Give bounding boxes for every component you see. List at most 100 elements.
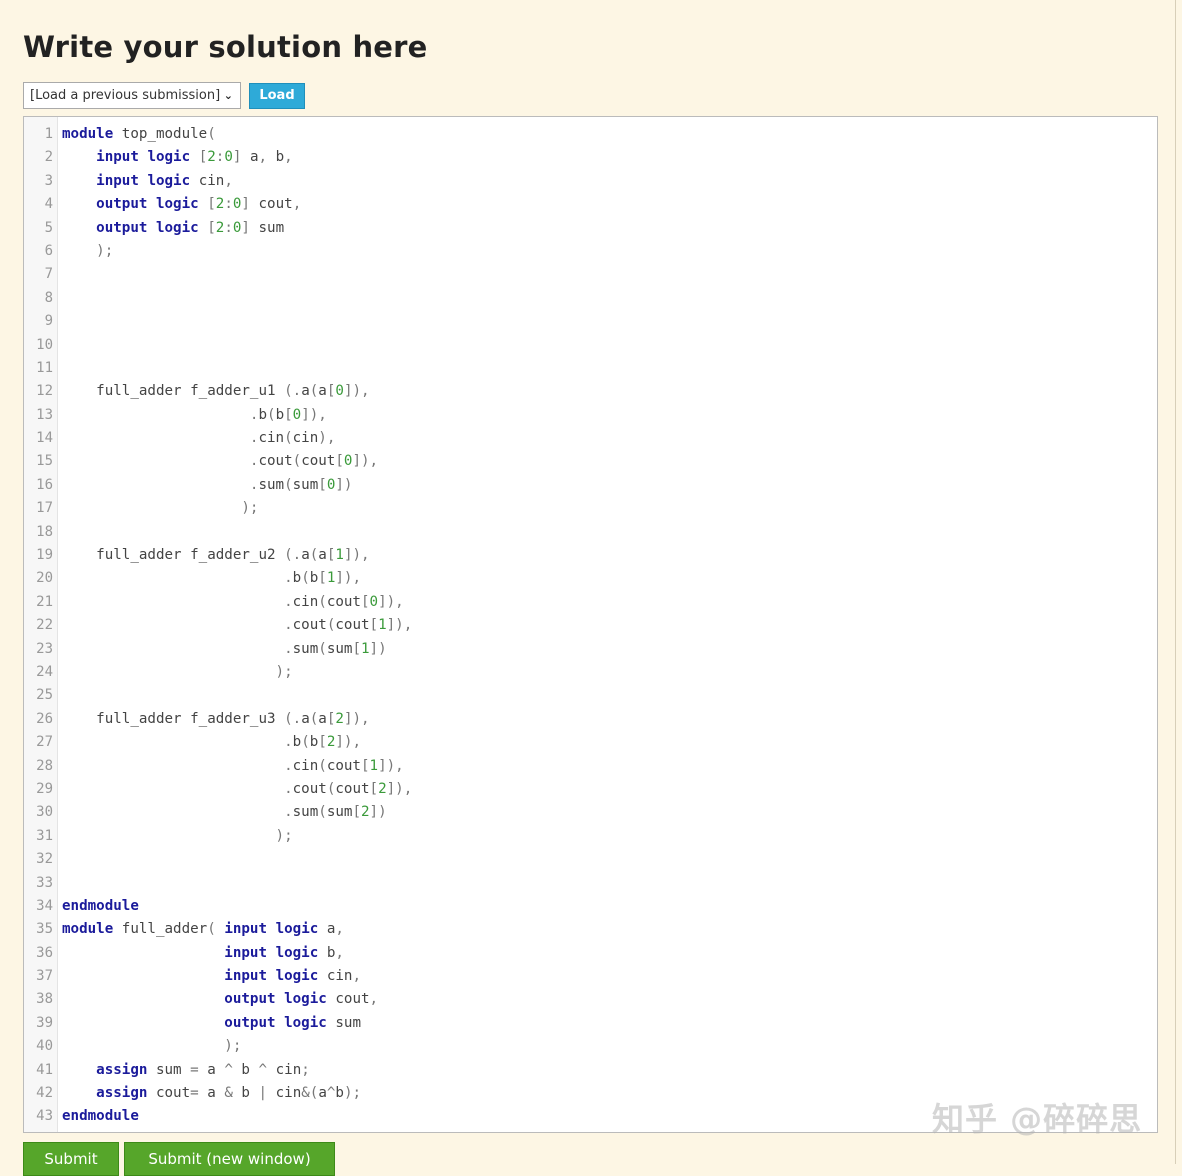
line-number: 39 xyxy=(36,1014,53,1031)
code-line[interactable]: 1 module top_module( xyxy=(24,123,1157,146)
line-number: 6 xyxy=(44,242,53,259)
line-number: 13 xyxy=(36,406,53,423)
code-line[interactable]: 7 xyxy=(24,263,1157,286)
code-line[interactable]: 27 .b(b[2]), xyxy=(24,731,1157,754)
code-line[interactable]: 16 .sum(sum[0]) xyxy=(24,474,1157,497)
code-line[interactable]: 33 xyxy=(24,872,1157,895)
line-number: 30 xyxy=(36,804,53,821)
line-number: 11 xyxy=(36,359,53,376)
code-line[interactable]: 6 ); xyxy=(24,240,1157,263)
code-line[interactable]: 11 xyxy=(24,357,1157,380)
code-line[interactable]: 39 output logic sum xyxy=(24,1012,1157,1035)
line-number: 25 xyxy=(36,687,53,704)
code-text: .cout(cout[2]), xyxy=(284,780,413,797)
code-line[interactable]: 30 .sum(sum[2]) xyxy=(24,801,1157,824)
code-editor[interactable]: 1 module top_module(2 input logic [2:0] a… xyxy=(23,116,1158,1133)
code-text: .sum(sum[2]) xyxy=(284,804,387,821)
submit-new-window-button[interactable]: Submit (new window) xyxy=(124,1142,335,1176)
line-number: 32 xyxy=(36,851,53,868)
code-text: input logic [2:0] a, b, xyxy=(96,149,293,166)
code-line[interactable]: 24 ); xyxy=(24,661,1157,684)
code-text: output logic [2:0] sum xyxy=(96,219,285,236)
submit-button[interactable]: Submit xyxy=(23,1142,119,1176)
code-line[interactable]: 19 full_adder f_adder_u2 (.a(a[1]), xyxy=(24,544,1157,567)
code-line[interactable]: 41 assign sum = a ^ b ^ cin; xyxy=(24,1059,1157,1082)
code-line[interactable]: 23 .sum(sum[1]) xyxy=(24,638,1157,661)
code-line[interactable]: 14 .cin(cin), xyxy=(24,427,1157,450)
code-text: .cin(cout[1]), xyxy=(284,757,404,774)
line-number: 33 xyxy=(36,874,53,891)
code-line[interactable]: 29 .cout(cout[2]), xyxy=(24,778,1157,801)
previous-submission-select[interactable]: [Load a previous submission] ⌄ xyxy=(23,82,241,109)
line-number: 19 xyxy=(36,547,53,564)
line-number: 36 xyxy=(36,944,53,961)
code-line[interactable]: 37 input logic cin, xyxy=(24,965,1157,988)
code-line[interactable]: 21 .cin(cout[0]), xyxy=(24,591,1157,614)
select-value: [Load a previous submission] xyxy=(30,88,221,103)
code-line[interactable]: 36 input logic b, xyxy=(24,942,1157,965)
code-line[interactable]: 2 input logic [2:0] a, b, xyxy=(24,146,1157,169)
code-text: output logic cout, xyxy=(224,991,379,1008)
code-text: output logic sum xyxy=(224,1014,361,1031)
code-line[interactable]: 4 output logic [2:0] cout, xyxy=(24,193,1157,216)
code-line[interactable]: 34 endmodule xyxy=(24,895,1157,918)
code-text: .b(b[2]), xyxy=(284,734,362,751)
line-number: 22 xyxy=(36,617,53,634)
line-number: 40 xyxy=(36,1038,53,1055)
load-button[interactable]: Load xyxy=(249,83,305,109)
code-line[interactable]: 12 full_adder f_adder_u1 (.a(a[0]), xyxy=(24,380,1157,403)
code-line[interactable]: 15 .cout(cout[0]), xyxy=(24,450,1157,473)
code-text: assign sum = a ^ b ^ cin; xyxy=(96,1061,310,1078)
line-number: 35 xyxy=(36,921,53,938)
line-number: 26 xyxy=(36,710,53,727)
line-number: 38 xyxy=(36,991,53,1008)
code-line[interactable]: 5 output logic [2:0] sum xyxy=(24,217,1157,240)
code-lines: 1 module top_module(2 input logic [2:0] a… xyxy=(24,123,1157,1129)
code-line[interactable]: 40 ); xyxy=(24,1035,1157,1058)
code-line[interactable]: 31 ); xyxy=(24,825,1157,848)
code-line[interactable]: 10 xyxy=(24,334,1157,357)
code-line[interactable]: 35 module full_adder( input logic a, xyxy=(24,918,1157,941)
line-number: 3 xyxy=(44,172,53,189)
code-text: ); xyxy=(224,1038,242,1055)
code-text: ); xyxy=(241,500,259,517)
code-line[interactable]: 22 .cout(cout[1]), xyxy=(24,614,1157,637)
code-text: ); xyxy=(96,242,114,259)
code-text: input logic cin, xyxy=(224,968,361,985)
code-line[interactable]: 17 ); xyxy=(24,497,1157,520)
code-line[interactable]: 20 .b(b[1]), xyxy=(24,567,1157,590)
line-number: 10 xyxy=(36,336,53,353)
code-text: module full_adder( input logic a, xyxy=(62,921,344,938)
code-text: .sum(sum[0]) xyxy=(249,476,353,493)
code-text: output logic [2:0] cout, xyxy=(96,196,302,213)
line-number: 27 xyxy=(36,734,53,751)
code-line[interactable]: 28 .cin(cout[1]), xyxy=(24,755,1157,778)
chevron-down-icon: ⌄ xyxy=(223,89,233,102)
code-text: full_adder f_adder_u1 (.a(a[0]), xyxy=(96,383,370,400)
code-text: .cout(cout[0]), xyxy=(249,453,379,470)
line-number: 24 xyxy=(36,663,53,680)
code-text: .cout(cout[1]), xyxy=(284,617,413,634)
line-number: 16 xyxy=(36,476,53,493)
line-number: 29 xyxy=(36,780,53,797)
line-number: 41 xyxy=(36,1061,53,1078)
code-line[interactable]: 9 xyxy=(24,310,1157,333)
watermark: 知乎 @碎碎思 xyxy=(932,1100,1143,1138)
code-line[interactable]: 25 xyxy=(24,684,1157,707)
code-text: .cin(cout[0]), xyxy=(284,593,404,610)
code-text: assign cout= a & b | cin&(a^b); xyxy=(96,1085,362,1102)
code-text: .b(b[1]), xyxy=(284,570,362,587)
line-number: 7 xyxy=(44,266,53,283)
code-line[interactable]: 3 input logic cin, xyxy=(24,170,1157,193)
code-line[interactable]: 38 output logic cout, xyxy=(24,988,1157,1011)
code-line[interactable]: 8 xyxy=(24,287,1157,310)
code-line[interactable]: 13 .b(b[0]), xyxy=(24,404,1157,427)
line-number: 43 xyxy=(36,1108,53,1125)
code-text: .sum(sum[1]) xyxy=(284,640,387,657)
code-line[interactable]: 32 xyxy=(24,848,1157,871)
code-line[interactable]: 18 xyxy=(24,521,1157,544)
line-number: 34 xyxy=(36,897,53,914)
code-line[interactable]: 26 full_adder f_adder_u3 (.a(a[2]), xyxy=(24,708,1157,731)
code-text: module top_module( xyxy=(62,126,216,142)
line-number: 2 xyxy=(44,149,53,166)
